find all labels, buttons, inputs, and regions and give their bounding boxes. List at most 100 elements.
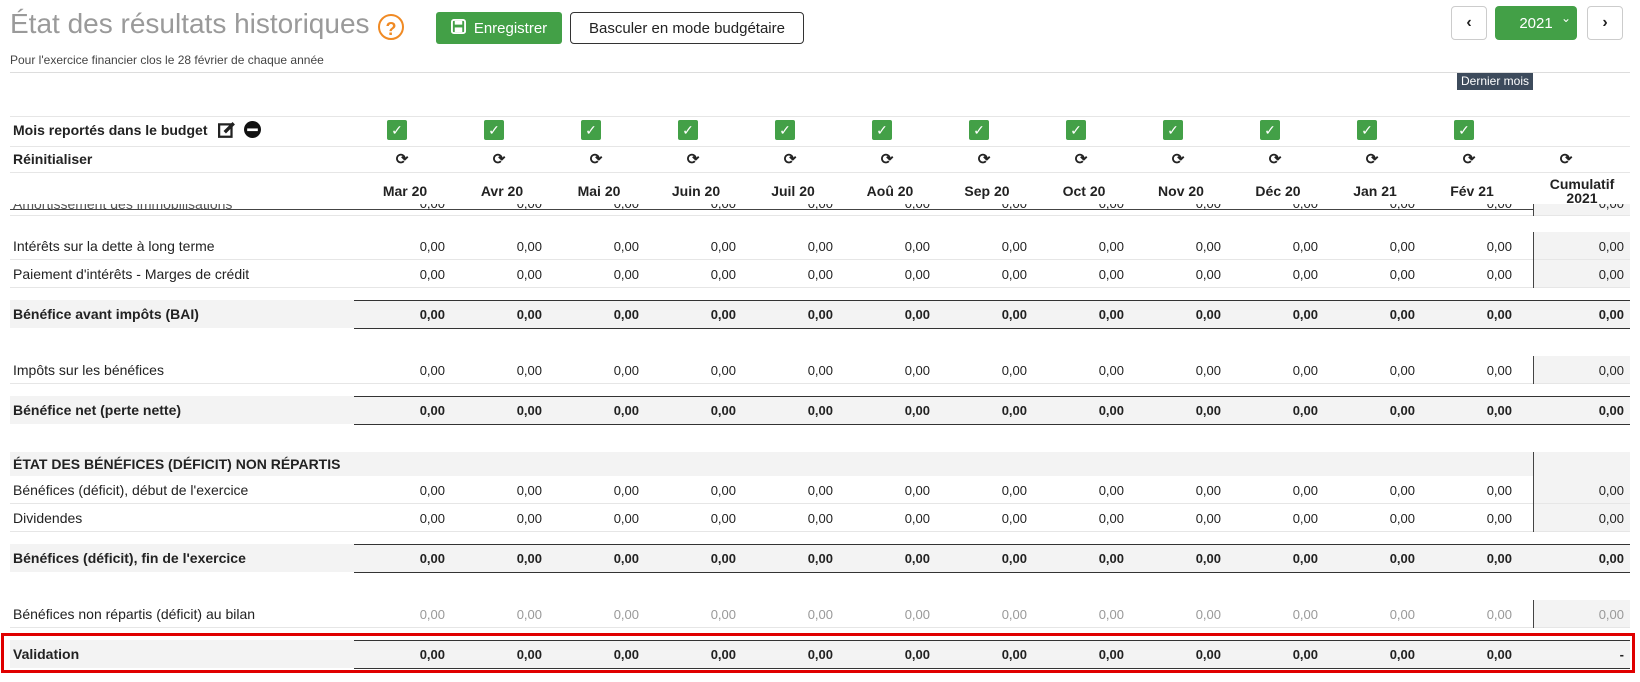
value-cell[interactable]: 0,00 — [549, 363, 639, 378]
value-cell[interactable]: 0,00 — [937, 204, 1027, 211]
minus-circle-icon[interactable] — [244, 121, 261, 143]
refresh-icon[interactable]: ⟳ — [1169, 151, 1187, 169]
value-cell[interactable]: 0,00 — [355, 204, 445, 211]
value-cell[interactable]: 0,00 — [1228, 511, 1318, 526]
save-button[interactable]: Enregistrer — [436, 12, 562, 44]
toggle-budget-mode-button[interactable]: Basculer en mode budgétaire — [570, 12, 804, 44]
value-cell[interactable]: 0,00 — [355, 267, 445, 282]
value-cell[interactable]: 0,00 — [1325, 511, 1415, 526]
value-cell[interactable]: 0,00 — [452, 267, 542, 282]
value-cell[interactable]: 0,00 — [646, 483, 736, 498]
help-icon[interactable]: ? — [378, 14, 404, 40]
value-cell[interactable]: 0,00 — [355, 239, 445, 254]
refresh-icon[interactable]: ⟳ — [781, 151, 799, 169]
edit-icon[interactable] — [218, 121, 236, 144]
value-cell[interactable]: 0,00 — [937, 239, 1027, 254]
value-cell[interactable]: 0,00 — [840, 239, 930, 254]
month-checkbox[interactable]: ✓ — [1260, 120, 1280, 140]
value-cell[interactable]: 0,00 — [743, 204, 833, 211]
value-cell[interactable]: 0,00 — [1228, 239, 1318, 254]
refresh-icon[interactable]: ⟳ — [684, 151, 702, 169]
value-cell[interactable]: 0,00 — [1228, 204, 1318, 211]
value-cell[interactable]: 0,00 — [840, 204, 930, 211]
value-cell[interactable]: 0,00 — [452, 204, 542, 211]
value-cell[interactable]: 0,00 — [1422, 239, 1512, 254]
value-cell[interactable]: 0,00 — [549, 204, 639, 211]
chevron-left-icon[interactable]: ‹ — [1451, 6, 1487, 40]
value-cell[interactable]: 0,00 — [840, 267, 930, 282]
value-cell[interactable]: 0,00 — [355, 511, 445, 526]
value-cell[interactable]: 0,00 — [452, 363, 542, 378]
value-cell[interactable]: 0,00 — [937, 267, 1027, 282]
value-cell[interactable]: 0,00 — [1228, 267, 1318, 282]
value-cell[interactable]: 0,00 — [1131, 483, 1221, 498]
value-cell[interactable]: 0,00 — [1422, 511, 1512, 526]
value-cell[interactable]: 0,00 — [840, 511, 930, 526]
value-cell[interactable]: 0,00 — [1131, 267, 1221, 282]
refresh-icon[interactable]: ⟳ — [1363, 151, 1381, 169]
refresh-icon[interactable]: ⟳ — [975, 151, 993, 169]
value-cell[interactable]: 0,00 — [1034, 363, 1124, 378]
value-cell[interactable]: 0,00 — [549, 483, 639, 498]
value-cell[interactable]: 0,00 — [1422, 363, 1512, 378]
value-cell[interactable]: 0,00 — [1325, 363, 1415, 378]
month-checkbox[interactable]: ✓ — [1454, 120, 1474, 140]
value-cell[interactable]: 0,00 — [1325, 239, 1415, 254]
value-cell[interactable]: 0,00 — [452, 483, 542, 498]
refresh-icon[interactable]: ⟳ — [587, 151, 605, 169]
value-cell[interactable]: 0,00 — [549, 239, 639, 254]
value-cell[interactable]: 0,00 — [1325, 267, 1415, 282]
month-checkbox[interactable]: ✓ — [1066, 120, 1086, 140]
value-cell[interactable]: 0,00 — [1422, 267, 1512, 282]
refresh-icon[interactable]: ⟳ — [393, 151, 411, 169]
value-cell[interactable]: 0,00 — [646, 363, 736, 378]
value-cell[interactable]: 0,00 — [452, 511, 542, 526]
value-cell[interactable]: 0,00 — [1131, 204, 1221, 211]
value-cell[interactable]: 0,00 — [937, 363, 1027, 378]
month-checkbox[interactable]: ✓ — [484, 120, 504, 140]
value-cell[interactable]: 0,00 — [1422, 483, 1512, 498]
value-cell[interactable]: 0,00 — [1131, 511, 1221, 526]
value-cell[interactable]: 0,00 — [646, 239, 736, 254]
month-checkbox[interactable]: ✓ — [678, 120, 698, 140]
value-cell[interactable]: 0,00 — [1034, 511, 1124, 526]
value-cell[interactable]: 0,00 — [355, 363, 445, 378]
value-cell[interactable]: 0,00 — [1422, 204, 1512, 211]
value-cell[interactable]: 0,00 — [840, 483, 930, 498]
value-cell[interactable]: 0,00 — [549, 267, 639, 282]
value-cell[interactable]: 0,00 — [743, 267, 833, 282]
refresh-icon[interactable]: ⟳ — [1460, 151, 1478, 169]
value-cell[interactable]: 0,00 — [1325, 483, 1415, 498]
value-cell[interactable]: 0,00 — [646, 204, 736, 211]
value-cell[interactable]: 0,00 — [1034, 267, 1124, 282]
value-cell[interactable]: 0,00 — [1034, 239, 1124, 254]
value-cell[interactable]: 0,00 — [743, 483, 833, 498]
month-checkbox[interactable]: ✓ — [387, 120, 407, 140]
value-cell[interactable]: 0,00 — [937, 483, 1027, 498]
month-checkbox[interactable]: ✓ — [1357, 120, 1377, 140]
value-cell[interactable]: 0,00 — [1228, 363, 1318, 378]
year-select[interactable]: 2021 ⌄ — [1495, 6, 1577, 40]
value-cell[interactable]: 0,00 — [646, 267, 736, 282]
value-cell[interactable]: 0,00 — [549, 511, 639, 526]
chevron-right-icon[interactable]: › — [1587, 6, 1623, 40]
value-cell[interactable]: 0,00 — [743, 239, 833, 254]
month-checkbox[interactable]: ✓ — [969, 120, 989, 140]
value-cell[interactable]: 0,00 — [1034, 204, 1124, 211]
value-cell[interactable]: 0,00 — [1131, 239, 1221, 254]
month-checkbox[interactable]: ✓ — [1163, 120, 1183, 140]
refresh-icon[interactable]: ⟳ — [1557, 151, 1575, 169]
month-checkbox[interactable]: ✓ — [872, 120, 892, 140]
value-cell[interactable]: 0,00 — [1325, 204, 1415, 211]
refresh-icon[interactable]: ⟳ — [1072, 151, 1090, 169]
value-cell[interactable]: 0,00 — [743, 363, 833, 378]
value-cell[interactable]: 0,00 — [743, 511, 833, 526]
refresh-icon[interactable]: ⟳ — [1266, 151, 1284, 169]
refresh-icon[interactable]: ⟳ — [490, 151, 508, 169]
value-cell[interactable]: 0,00 — [840, 363, 930, 378]
month-checkbox[interactable]: ✓ — [581, 120, 601, 140]
value-cell[interactable]: 0,00 — [1131, 363, 1221, 378]
value-cell[interactable]: 0,00 — [937, 511, 1027, 526]
month-checkbox[interactable]: ✓ — [775, 120, 795, 140]
value-cell[interactable]: 0,00 — [452, 239, 542, 254]
